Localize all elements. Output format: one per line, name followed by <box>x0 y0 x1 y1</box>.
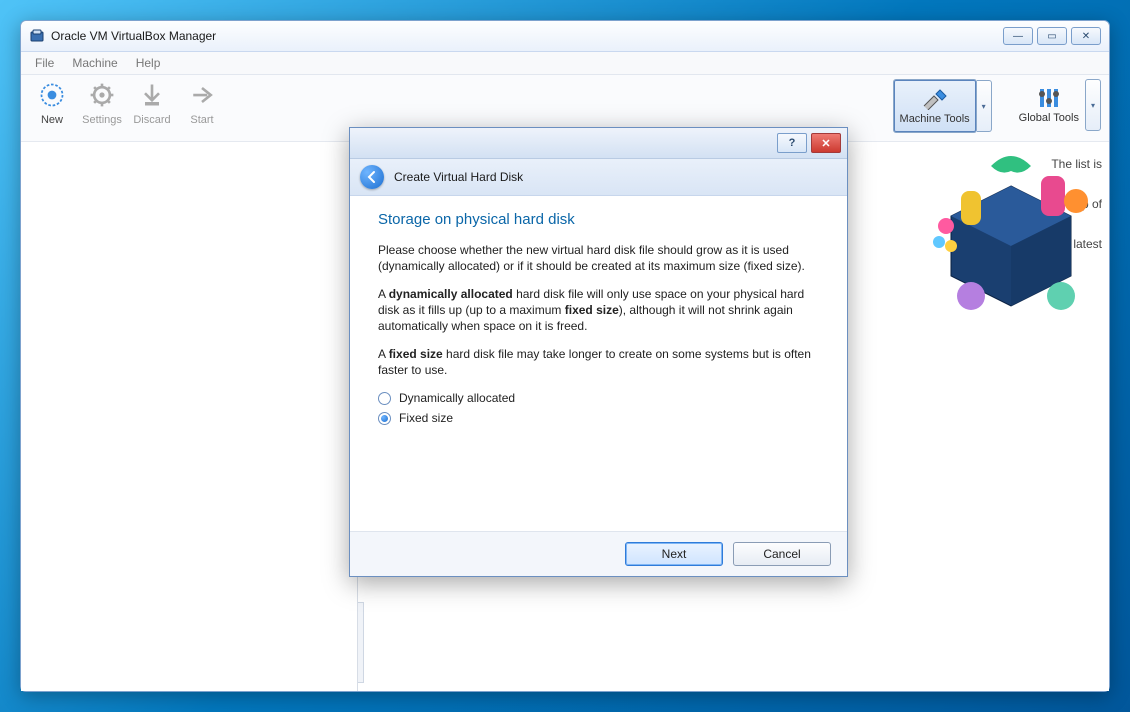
wizard-titlebar: ? ✕ <box>350 128 847 159</box>
new-icon <box>38 81 66 112</box>
global-tools-button[interactable]: Global Tools ▾ <box>1013 79 1085 131</box>
minimize-button[interactable]: — <box>1003 27 1033 45</box>
toolbar-discard[interactable]: Discard <box>127 79 177 128</box>
app-icon <box>29 28 45 44</box>
wizard-help-button[interactable]: ? <box>777 133 807 153</box>
wizard-title: Create Virtual Hard Disk <box>394 170 523 184</box>
radio-fixed[interactable]: Fixed size <box>378 410 819 426</box>
virtualbox-mascot-image <box>921 146 1101 326</box>
radio-dynamic-label: Dynamically allocated <box>399 390 515 406</box>
wizard-paragraph-1: Please choose whether the new virtual ha… <box>378 242 819 274</box>
machine-tools-label: Machine Tools <box>900 113 970 125</box>
titlebar: Oracle VM VirtualBox Manager — ▭ ✕ <box>21 21 1109 52</box>
wizard-back-button[interactable] <box>360 165 384 189</box>
maximize-button[interactable]: ▭ <box>1037 27 1067 45</box>
machine-tools-icon <box>920 88 950 113</box>
radio-fixed-indicator <box>378 412 391 425</box>
radio-fixed-label: Fixed size <box>399 410 453 426</box>
menu-bar: File Machine Help <box>21 52 1109 75</box>
gear-icon <box>88 81 116 112</box>
global-tools-label: Global Tools <box>1019 112 1079 124</box>
wizard-paragraph-2: A dynamically allocated hard disk file w… <box>378 286 819 334</box>
machine-tools-button[interactable]: Machine Tools ▾ <box>893 79 977 133</box>
toolbar-start-label: Start <box>190 114 213 126</box>
start-icon <box>188 81 216 112</box>
toolbar-new-label: New <box>41 114 63 126</box>
toolbar-settings-label: Settings <box>82 114 122 126</box>
window-title: Oracle VM VirtualBox Manager <box>51 29 1003 43</box>
close-button[interactable]: ✕ <box>1071 27 1101 45</box>
create-vhd-wizard: ? ✕ Create Virtual Hard Disk Storage on … <box>349 127 848 577</box>
radio-dynamic-indicator <box>378 392 391 405</box>
machine-tools-dropdown[interactable]: ▾ <box>977 80 992 132</box>
global-tools-icon <box>1034 87 1064 112</box>
toolbar-start[interactable]: Start <box>177 79 227 128</box>
global-tools-dropdown[interactable]: ▾ <box>1085 79 1101 131</box>
toolbar-settings[interactable]: Settings <box>77 79 127 128</box>
toolbar-discard-label: Discard <box>133 114 170 126</box>
discard-icon <box>138 81 166 112</box>
menu-help[interactable]: Help <box>128 54 169 72</box>
wizard-heading: Storage on physical hard disk <box>378 212 819 228</box>
wizard-footer: Next Cancel <box>350 531 847 576</box>
wizard-header: Create Virtual Hard Disk <box>350 159 847 196</box>
wizard-paragraph-3: A fixed size hard disk file may take lon… <box>378 346 819 378</box>
wizard-close-button[interactable]: ✕ <box>811 133 841 153</box>
scrollbar[interactable] <box>358 602 364 683</box>
radio-dynamic[interactable]: Dynamically allocated <box>378 390 819 406</box>
wizard-cancel-button[interactable]: Cancel <box>733 542 831 566</box>
toolbar-new[interactable]: New <box>27 79 77 128</box>
menu-machine[interactable]: Machine <box>64 54 125 72</box>
wizard-body: Storage on physical hard disk Please cho… <box>350 196 847 531</box>
vm-list-pane[interactable] <box>21 142 358 691</box>
wizard-next-button[interactable]: Next <box>625 542 723 566</box>
menu-file[interactable]: File <box>27 54 62 72</box>
window-controls: — ▭ ✕ <box>1003 27 1101 45</box>
